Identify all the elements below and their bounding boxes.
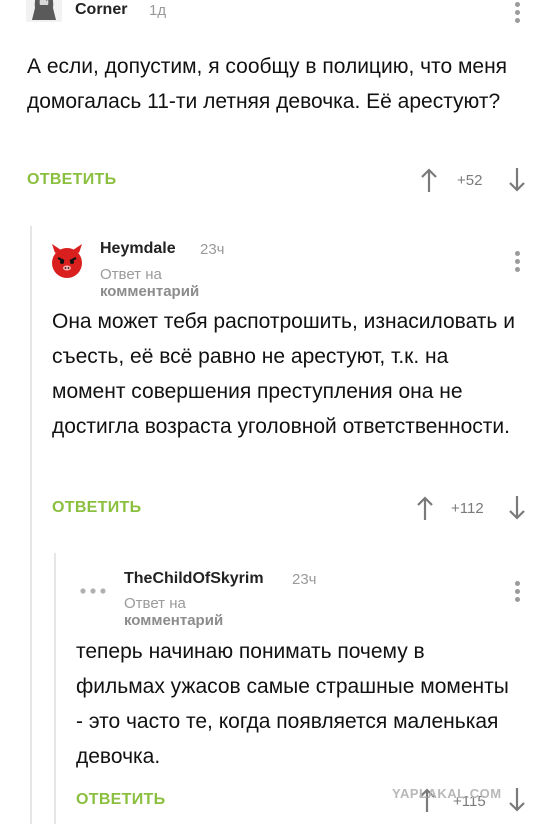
reply-to-line: Ответ на комментарий bbox=[124, 595, 223, 629]
red-devil-icon bbox=[52, 244, 82, 278]
kebab-menu-icon[interactable] bbox=[514, 251, 520, 277]
comment-time: 23ч bbox=[200, 241, 225, 258]
arrow-down-icon[interactable] bbox=[508, 495, 526, 521]
arrow-down-icon[interactable] bbox=[508, 167, 526, 193]
reply-button[interactable]: ОТВЕТИТЬ bbox=[76, 791, 165, 809]
arrow-down-icon[interactable] bbox=[508, 787, 526, 813]
reply-button[interactable]: ОТВЕТИТЬ bbox=[52, 499, 141, 517]
comment-author[interactable]: TheChildOfSkyrim bbox=[124, 570, 264, 588]
thread-rail[interactable] bbox=[30, 226, 32, 824]
reply-target-link[interactable]: комментарий bbox=[100, 283, 199, 300]
rating-count: +52 bbox=[457, 172, 483, 189]
comment-time: 23ч bbox=[292, 571, 317, 588]
comment-text: Она может тебя распотрошить, изнасиловат… bbox=[52, 310, 515, 438]
reply-to-line: Ответ на комментарий bbox=[100, 266, 199, 300]
reply-button[interactable]: ОТВЕТИТЬ bbox=[27, 171, 116, 189]
comment-author[interactable]: Corner bbox=[75, 1, 127, 19]
site-watermark: YAPLAKAL.COM bbox=[392, 786, 502, 801]
comment-text: А если, допустим, я сообщу в полицию, чт… bbox=[27, 55, 508, 113]
reply-target-link[interactable]: комментарий bbox=[124, 612, 223, 629]
avatar-heymdale[interactable] bbox=[49, 243, 85, 279]
avatar-thechildofskyrim[interactable] bbox=[75, 573, 111, 609]
dots-avatar-icon bbox=[80, 588, 106, 594]
thread-rail[interactable] bbox=[54, 553, 56, 824]
comment-text: теперь начинаю понимать почему в фильмах… bbox=[76, 640, 509, 768]
arrow-up-icon[interactable] bbox=[416, 495, 434, 521]
reply-prefix: Ответ на bbox=[100, 266, 162, 283]
reply-prefix: Ответ на bbox=[124, 595, 186, 612]
hooded-figure-icon bbox=[26, 0, 62, 22]
avatar-corner[interactable] bbox=[26, 0, 62, 22]
arrow-up-icon[interactable] bbox=[420, 167, 438, 193]
comment-time: 1д bbox=[149, 2, 167, 19]
kebab-menu-icon[interactable] bbox=[514, 2, 520, 28]
comment-author[interactable]: Heymdale bbox=[100, 240, 176, 258]
kebab-menu-icon[interactable] bbox=[514, 581, 520, 607]
rating-count: +112 bbox=[451, 500, 484, 517]
